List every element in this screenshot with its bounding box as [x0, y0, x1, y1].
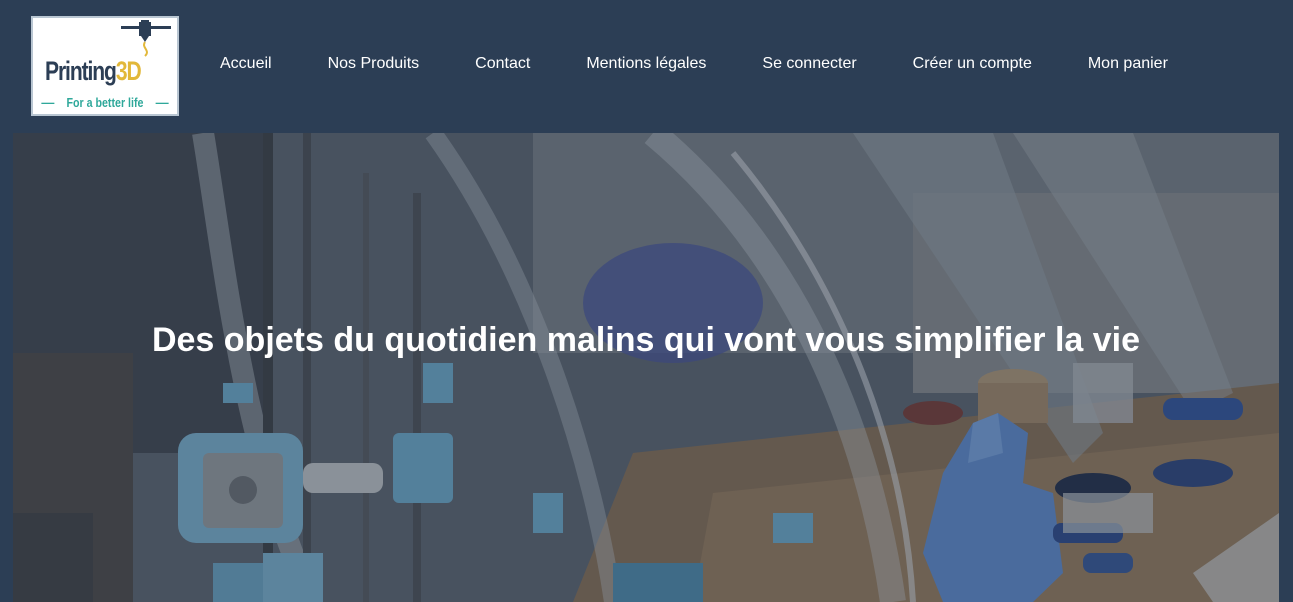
site-header: Printing3D — For a better life — Accueil… [0, 0, 1293, 133]
nav-link-se-connecter[interactable]: Se connecter [734, 54, 884, 74]
logo-brand-main: Printing [45, 56, 117, 86]
logo-tagline-row: — For a better life — [41, 95, 169, 110]
nav-link-accueil[interactable]: Accueil [192, 54, 300, 74]
nav-link-mon-panier[interactable]: Mon panier [1060, 54, 1196, 74]
hero-title: Des objets du quotidien malins qui vont … [151, 321, 1141, 359]
hero-overlay [13, 133, 1279, 602]
logo-wordmark: Printing3D [45, 56, 142, 86]
nav-link-creer-compte[interactable]: Créer un compte [885, 54, 1060, 74]
logo-tagline: For a better life [66, 95, 144, 110]
main-nav: Accueil Nos Produits Contact Mentions lé… [192, 54, 1196, 74]
nav-link-nos-produits[interactable]: Nos Produits [300, 54, 448, 74]
logo[interactable]: Printing3D — For a better life — [31, 16, 179, 116]
hero-banner: Des objets du quotidien malins qui vont … [13, 133, 1279, 602]
logo-brand-accent: 3D [115, 56, 142, 86]
nav-link-contact[interactable]: Contact [447, 54, 558, 74]
nav-link-mentions-legales[interactable]: Mentions légales [558, 54, 734, 74]
